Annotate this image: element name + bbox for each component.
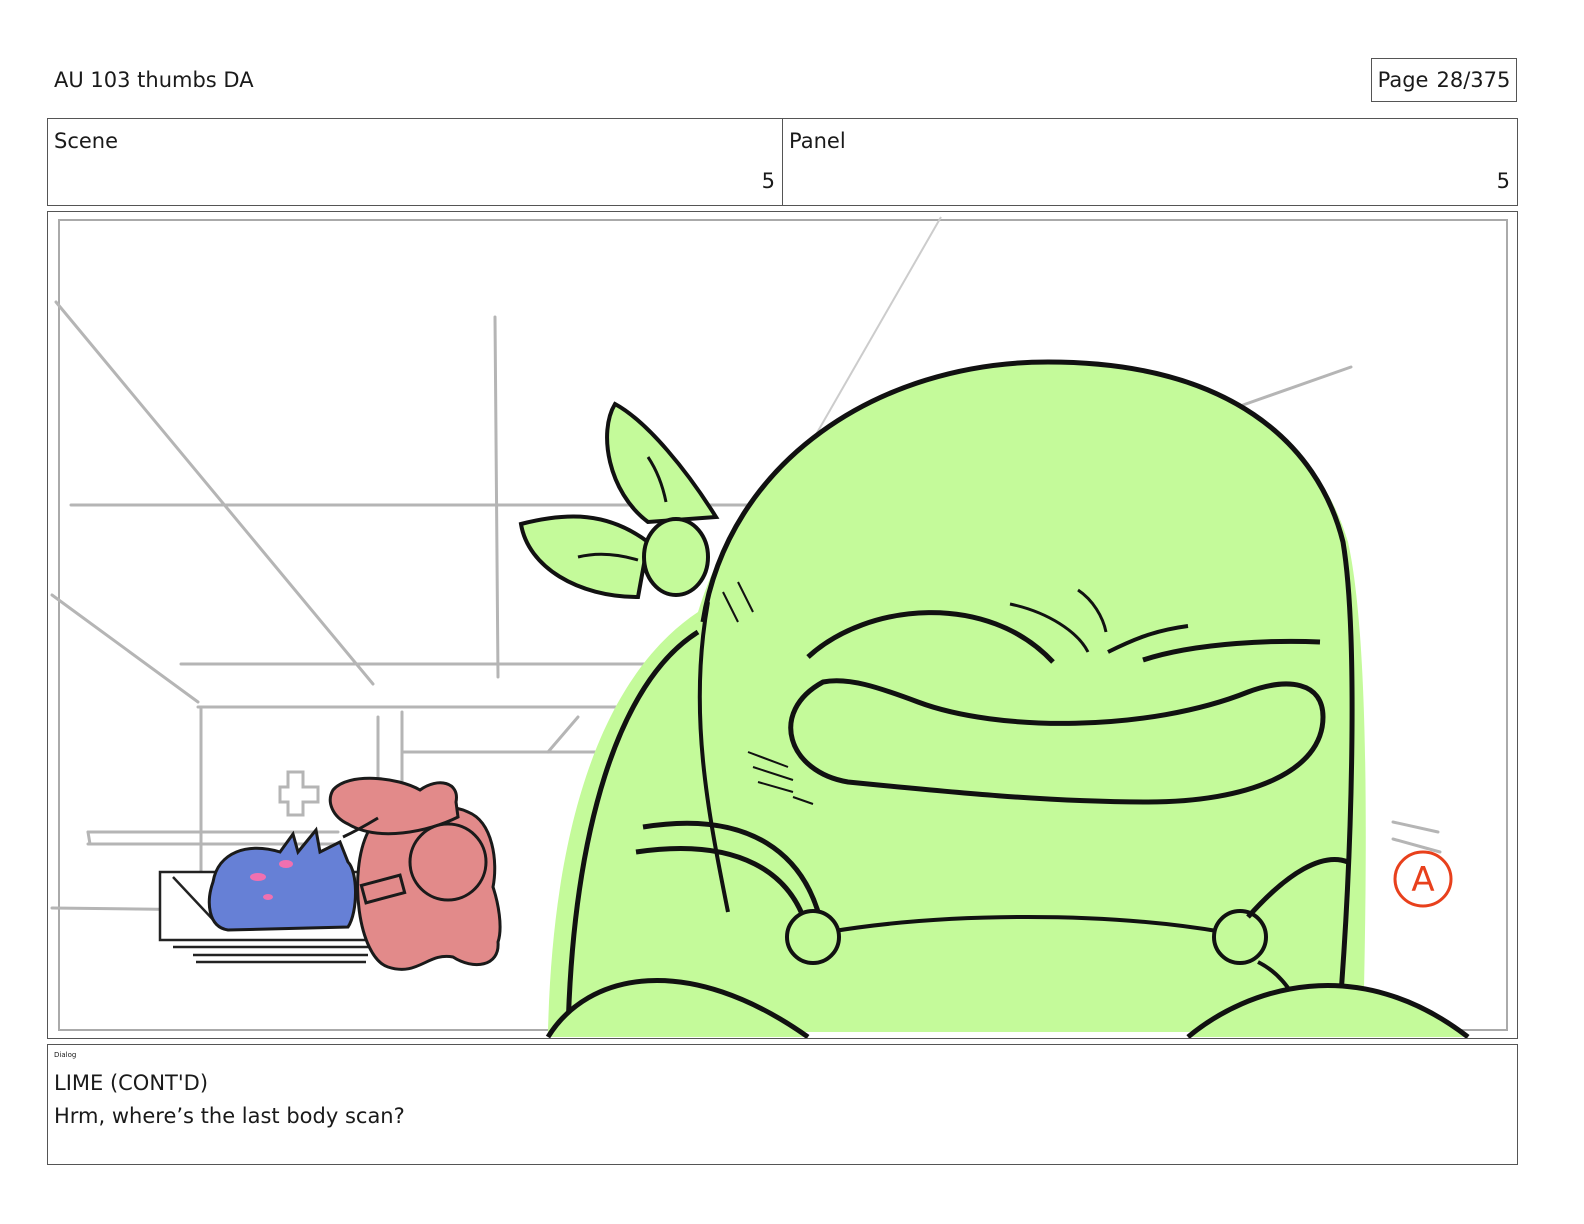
panel-label: Panel bbox=[789, 129, 846, 153]
page-counter: Page 28/375 bbox=[1371, 58, 1517, 102]
scene-panel-row: Scene 5 Panel 5 bbox=[47, 118, 1518, 206]
scene-cell: Scene 5 bbox=[48, 119, 782, 205]
approval-stamp: A bbox=[1393, 850, 1453, 908]
dialog-speaker: LIME (CONT'D) bbox=[54, 1071, 209, 1095]
storyboard-panel: A bbox=[47, 211, 1518, 1039]
panel-cell: Panel 5 bbox=[782, 119, 1517, 205]
scene-number: 5 bbox=[761, 169, 775, 193]
scene-label: Scene bbox=[54, 129, 119, 153]
dialog-label: Dialog bbox=[54, 1051, 77, 1059]
document-title: AU 103 thumbs DA bbox=[54, 68, 254, 92]
storyboard-drawing: A bbox=[50, 216, 1508, 1038]
dialog-box: Dialog LIME (CONT'D) Hrm, where’s the la… bbox=[47, 1044, 1518, 1165]
page-number: 28/375 bbox=[1436, 68, 1511, 92]
page-label: Page bbox=[1377, 68, 1429, 92]
lime-character bbox=[518, 359, 1470, 1038]
panel-number: 5 bbox=[1496, 169, 1510, 193]
stamp-letter: A bbox=[1411, 860, 1434, 900]
dialog-line: Hrm, where’s the last body scan? bbox=[54, 1104, 405, 1128]
